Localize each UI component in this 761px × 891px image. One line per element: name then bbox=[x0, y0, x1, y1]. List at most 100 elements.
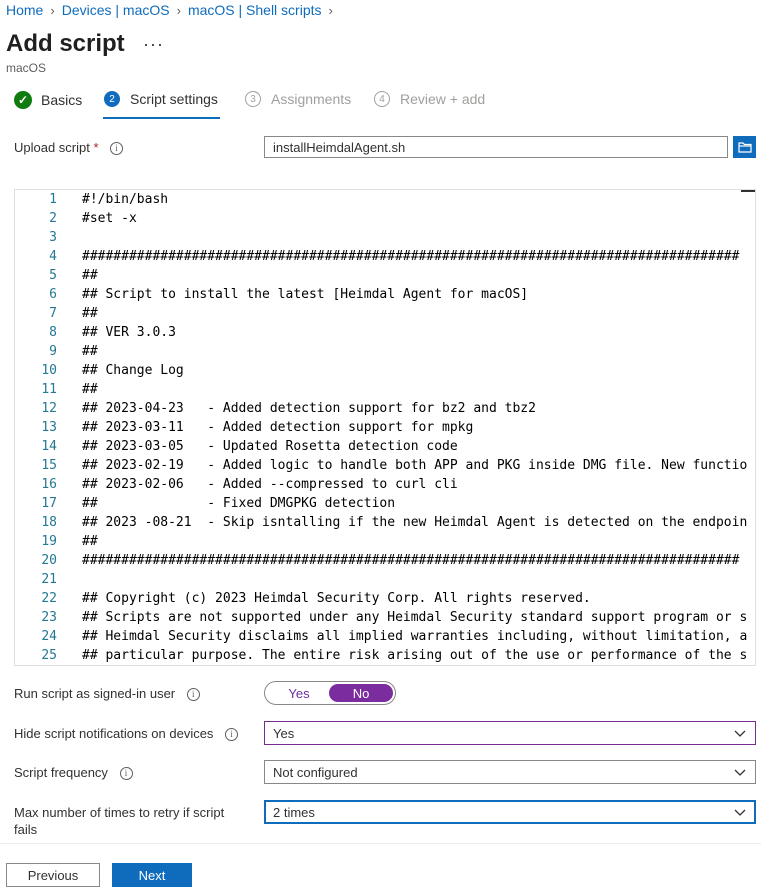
info-icon[interactable]: i bbox=[110, 142, 124, 155]
code-line: 9 ## bbox=[15, 342, 755, 361]
line-content: #set -x bbox=[82, 211, 137, 226]
line-number: 7 bbox=[49, 306, 57, 321]
code-line: 12 ## 2023-04-23 - Added detection suppor… bbox=[15, 399, 755, 418]
line-number: 19 bbox=[41, 534, 57, 549]
more-options-icon[interactable]: ··· bbox=[143, 34, 164, 55]
code-line: 14 ## 2023-03-05 - Updated Rosetta detect… bbox=[15, 437, 755, 456]
info-icon[interactable]: i bbox=[119, 767, 133, 780]
previous-button[interactable]: Previous bbox=[6, 863, 100, 887]
line-content: ## Heimdal Security disclaims all implie… bbox=[82, 629, 748, 644]
toggle-option-no[interactable]: No bbox=[329, 684, 393, 702]
code-line: 10 ## Change Log bbox=[15, 361, 755, 380]
line-content: ## 2023-02-19 - Added logic to handle bo… bbox=[82, 458, 748, 473]
line-content: ########################################… bbox=[82, 553, 740, 568]
chevron-down-icon bbox=[734, 730, 746, 737]
chevron-down-icon bbox=[734, 769, 746, 776]
info-icon[interactable]: i bbox=[225, 728, 239, 741]
tab-label: Assignments bbox=[271, 91, 352, 107]
breadcrumb-shell-scripts-link[interactable]: macOS | Shell scripts bbox=[188, 2, 322, 18]
required-marker: * bbox=[93, 140, 99, 155]
code-line: 20 ######################################… bbox=[15, 551, 755, 570]
code-line: 8 ## VER 3.0.3 bbox=[15, 323, 755, 342]
max-retries-label-line2: fails bbox=[14, 822, 38, 837]
line-number: 1 bbox=[49, 192, 57, 207]
upload-script-filename: installHeimdalAgent.sh bbox=[273, 139, 406, 155]
dropdown-value: 2 times bbox=[273, 804, 315, 820]
breadcrumb-devices-macos-link[interactable]: Devices | macOS bbox=[62, 2, 170, 18]
line-content: ## Change Log bbox=[82, 363, 184, 378]
page-subtitle: macOS bbox=[6, 61, 47, 75]
code-line: 17 ## - Fixed DMGPKG detection bbox=[15, 494, 755, 513]
code-line: 16 ## 2023-02-06 - Added --compressed to … bbox=[15, 475, 755, 494]
line-content: ## VER 3.0.3 bbox=[82, 325, 176, 340]
line-number: 24 bbox=[41, 629, 57, 644]
tab-review-add[interactable]: 4 Review + add bbox=[374, 91, 485, 107]
line-number: 14 bbox=[41, 439, 57, 454]
code-line: 5 ## bbox=[15, 266, 755, 285]
toggle-option-yes[interactable]: Yes bbox=[267, 684, 331, 702]
line-number: 6 bbox=[49, 287, 57, 302]
info-icon[interactable]: i bbox=[186, 688, 200, 701]
code-line: 4 #######################################… bbox=[15, 247, 755, 266]
run-as-signed-in-user-label: Run script as signed-in user i bbox=[14, 686, 200, 701]
line-content: ########################################… bbox=[82, 249, 740, 264]
code-line: 11 ## bbox=[15, 380, 755, 399]
line-number: 12 bbox=[41, 401, 57, 416]
tab-label: Basics bbox=[41, 92, 83, 108]
script-frequency-label-text: Script frequency bbox=[14, 765, 108, 780]
breadcrumb-home-link[interactable]: Home bbox=[6, 2, 43, 18]
script-frequency-dropdown[interactable]: Not configured bbox=[264, 760, 756, 784]
dropdown-value: Not configured bbox=[273, 764, 358, 780]
code-line: 6 ## Script to install the latest [Heimda… bbox=[15, 285, 755, 304]
code-line: 24 ## Heimdal Security disclaims all impl… bbox=[15, 627, 755, 646]
line-number: 22 bbox=[41, 591, 57, 606]
max-retries-label: Max number of times to retry if script f… bbox=[14, 804, 224, 838]
code-line: 18 ## 2023 -08-21 - Skip isntalling if th… bbox=[15, 513, 755, 532]
line-number: 4 bbox=[49, 249, 57, 264]
code-line: 7 ## bbox=[15, 304, 755, 323]
hide-notifications-label: Hide script notifications on devices i bbox=[14, 726, 239, 741]
upload-script-file-field[interactable]: installHeimdalAgent.sh bbox=[264, 136, 728, 158]
code-line: 1 #!/bin/bash bbox=[15, 190, 755, 209]
line-content: ## bbox=[82, 534, 98, 549]
line-content: ## 2023-02-06 - Added --compressed to cu… bbox=[82, 477, 458, 492]
code-line: 25 ## particular purpose. The entire risk… bbox=[15, 646, 755, 665]
script-code-editor[interactable]: 1 #!/bin/bash 2 #set -x 3 4 ##################… bbox=[14, 189, 756, 666]
run-as-signed-in-user-label-text: Run script as signed-in user bbox=[14, 686, 176, 701]
chevron-right-icon: › bbox=[176, 3, 181, 18]
tab-basics[interactable]: ✓ Basics bbox=[14, 91, 82, 109]
line-content: ## bbox=[82, 268, 98, 283]
code-line: 15 ## 2023-02-19 - Added logic to handle … bbox=[15, 456, 755, 475]
script-frequency-label: Script frequency i bbox=[14, 765, 133, 780]
line-content: ## 2023-04-23 - Added detection support … bbox=[82, 401, 536, 416]
run-as-signed-in-user-toggle[interactable]: Yes No bbox=[264, 681, 396, 705]
line-content: ## bbox=[82, 306, 98, 321]
line-number: 18 bbox=[41, 515, 57, 530]
code-line: 21 bbox=[15, 570, 755, 589]
line-content: ## bbox=[82, 344, 98, 359]
hide-notifications-dropdown[interactable]: Yes bbox=[264, 721, 756, 745]
step-number-badge: 2 bbox=[104, 91, 120, 107]
line-number: 3 bbox=[49, 230, 57, 245]
folder-browse-button[interactable] bbox=[733, 136, 756, 158]
max-retries-dropdown[interactable]: 2 times bbox=[264, 800, 756, 824]
dropdown-value: Yes bbox=[273, 725, 295, 741]
line-content: ## 2023-03-05 - Updated Rosetta detectio… bbox=[82, 439, 458, 454]
line-number: 10 bbox=[41, 363, 57, 378]
max-retries-label-line1: Max number of times to retry if script bbox=[14, 805, 225, 820]
line-content: #!/bin/bash bbox=[82, 192, 169, 207]
line-number: 16 bbox=[41, 477, 57, 492]
line-content: ## Script to install the latest [Heimdal… bbox=[82, 287, 529, 302]
code-line: 22 ## Copyright (c) 2023 Heimdal Security… bbox=[15, 589, 755, 608]
footer-divider bbox=[0, 843, 761, 844]
line-number: 9 bbox=[49, 344, 57, 359]
next-button[interactable]: Next bbox=[112, 863, 192, 887]
code-line: 3 bbox=[15, 228, 755, 247]
tab-label: Review + add bbox=[400, 91, 486, 107]
code-line: 13 ## 2023-03-11 - Added detection suppor… bbox=[15, 418, 755, 437]
tab-assignments[interactable]: 3 Assignments bbox=[245, 91, 351, 107]
tab-script-settings[interactable]: 2 Script settings bbox=[104, 91, 218, 107]
code-line: 2 #set -x bbox=[15, 209, 755, 228]
checkmark-icon: ✓ bbox=[14, 91, 32, 109]
line-number: 25 bbox=[41, 648, 57, 663]
